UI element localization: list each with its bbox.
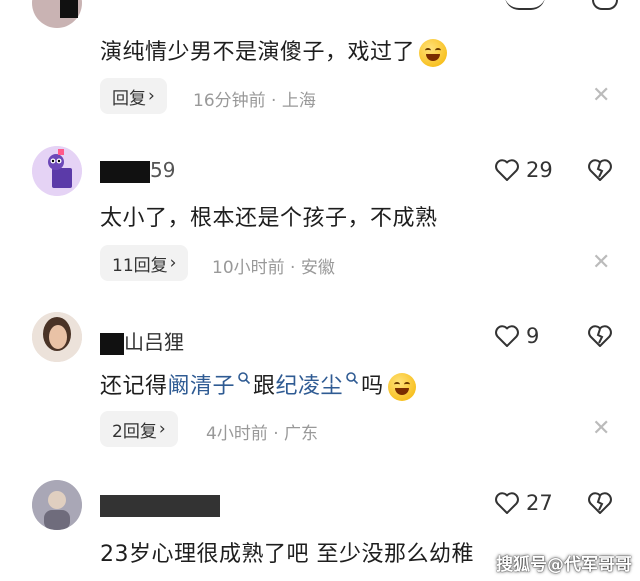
chevron-right-icon: ›: [158, 419, 166, 439]
comment-meta: 16分钟前 · 上海: [193, 91, 316, 111]
dislike-icon: [588, 492, 612, 514]
heart-icon: [495, 492, 519, 514]
comment-text: 23岁心理很成熟了吧 至少没那么幼稚: [100, 542, 474, 567]
search-icon: [346, 371, 359, 384]
comment-meta: 10小时前 · 安徽: [212, 258, 335, 278]
username-mask: [100, 332, 124, 355]
like-button[interactable]: 27: [494, 491, 553, 515]
comment-meta: 4小时前 · 广东: [206, 424, 319, 444]
smiling-emoji: [387, 373, 416, 401]
comment-text: 演纯情少男不是演傻子，戏过了: [100, 34, 448, 67]
search-link[interactable]: 阚清子: [168, 371, 254, 399]
heart-icon: [495, 159, 519, 181]
avatar[interactable]: [32, 312, 82, 362]
laughing-emoji: [419, 39, 448, 67]
dislike-button[interactable]: [587, 158, 613, 182]
username-mask: [60, 0, 78, 18]
username-mask: [100, 494, 220, 517]
search-icon: [238, 371, 251, 384]
username-mask: [100, 160, 150, 183]
chevron-right-icon: ›: [169, 253, 177, 273]
avatar[interactable]: [32, 480, 82, 530]
dislike-icon: [588, 159, 612, 181]
close-icon[interactable]: ✕: [592, 252, 610, 274]
heart-icon: [495, 325, 519, 347]
avatar[interactable]: [32, 146, 82, 196]
watermark: 搜狐号@代军哥哥: [496, 555, 632, 575]
reply-button[interactable]: 2回复 ›: [100, 411, 178, 447]
username[interactable]: [100, 492, 220, 517]
comment-text: 太小了，根本还是个孩子，不成熟: [100, 206, 438, 231]
close-icon[interactable]: ✕: [592, 418, 610, 440]
dislike-button[interactable]: [587, 324, 613, 348]
like-button[interactable]: [505, 0, 545, 10]
username[interactable]: 59: [100, 158, 175, 183]
like-button[interactable]: 29: [494, 158, 553, 182]
dislike-icon: [588, 325, 612, 347]
dislike-button[interactable]: [587, 491, 613, 515]
reply-button[interactable]: 回复 ›: [100, 78, 167, 114]
like-button[interactable]: 9: [494, 324, 539, 348]
reply-button[interactable]: 11回复 ›: [100, 245, 189, 281]
comment-text: 还记得阚清子 跟纪凌尘吗: [100, 368, 416, 401]
dislike-button[interactable]: [592, 0, 618, 10]
close-icon[interactable]: ✕: [592, 85, 610, 107]
username[interactable]: 山吕狸: [100, 326, 184, 355]
chevron-right-icon: ›: [148, 86, 155, 106]
like-count: 9: [526, 324, 540, 348]
like-count: 29: [526, 158, 553, 182]
like-count: 27: [526, 491, 553, 515]
search-link[interactable]: 纪凌尘: [276, 371, 362, 399]
